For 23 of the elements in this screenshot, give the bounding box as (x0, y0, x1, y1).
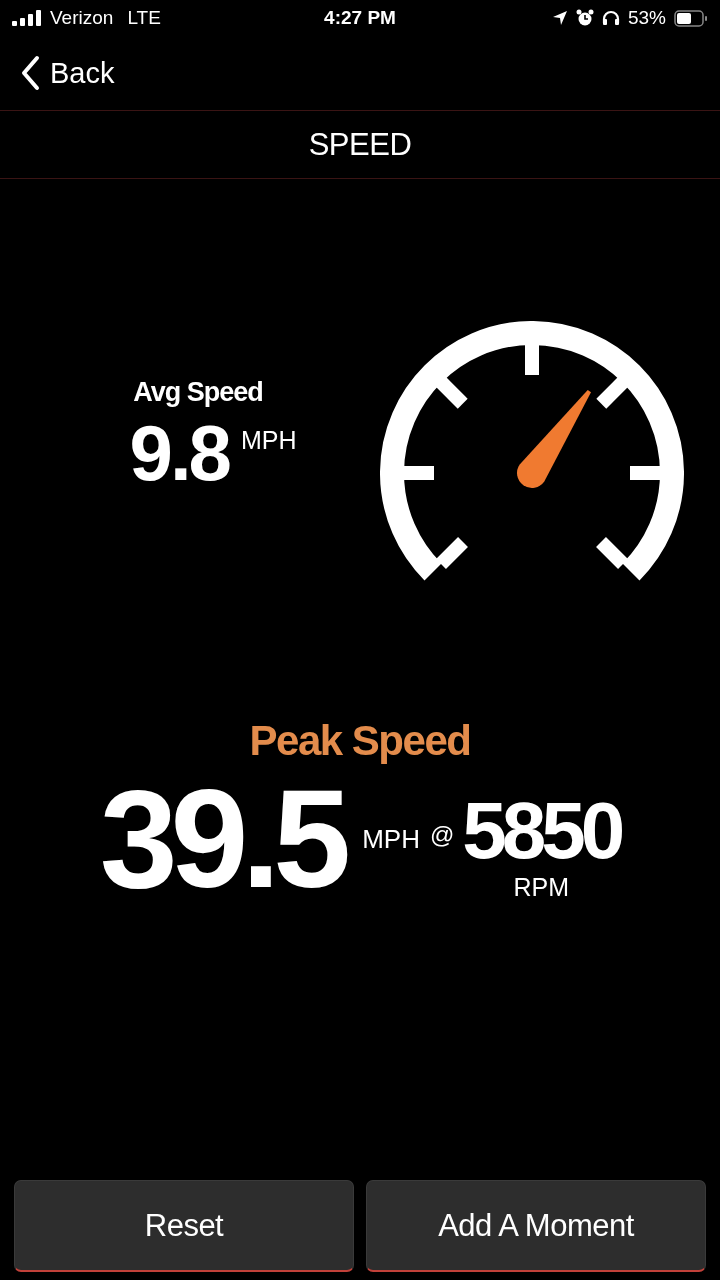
at-sign: @ (429, 821, 455, 849)
rpm-unit: RPM (513, 873, 570, 902)
peak-speed-unit: MPH (362, 824, 420, 855)
battery-percent: 53% (627, 7, 666, 29)
network-type: LTE (127, 7, 161, 29)
avg-speed-value: 9.8 (129, 413, 229, 492)
avg-speed-label: Avg Speed (133, 376, 263, 408)
chevron-left-icon (20, 55, 40, 91)
page-title: SPEED (308, 126, 412, 163)
battery-icon (674, 9, 708, 27)
back-button[interactable]: Back (20, 55, 115, 91)
action-button[interactable]: Reset (14, 1180, 354, 1272)
status-time: 4:27 PM (324, 7, 396, 29)
location-arrow-icon (551, 10, 568, 26)
carrier-name: Verizon (50, 7, 114, 29)
alarm-clock-icon (575, 9, 594, 27)
signal-icon (12, 10, 42, 26)
action-button[interactable]: Add A Moment (366, 1180, 706, 1272)
rpm-value: 5850 (462, 791, 621, 871)
headphones-icon (601, 10, 620, 26)
peak-speed-value: 39.5 (99, 769, 345, 909)
peak-speed-label: Peak Speed (249, 717, 471, 765)
avg-speed-unit: MPH (240, 425, 297, 455)
